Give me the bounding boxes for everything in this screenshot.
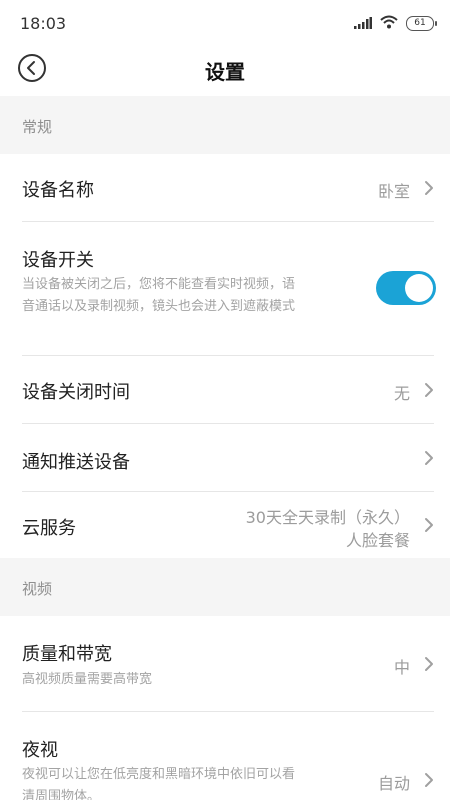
row-sub-device-switch-line2: 音通话以及录制视频，镜头也会进入到遮蔽模式 bbox=[22, 299, 296, 314]
section-header-video: 视频 bbox=[0, 558, 450, 616]
row-title-notify-push: 通知推送设备 bbox=[22, 452, 130, 473]
row-notify-push[interactable]: 通知推送设备 bbox=[0, 424, 450, 492]
row-sub-night-vision-line1: 夜视可以让您在低亮度和黑暗环境中依旧可以看 bbox=[22, 767, 296, 782]
row-sub-device-switch-line1: 当设备被关闭之后，您将不能查看实时视频，语 bbox=[22, 277, 296, 292]
battery-icon: 61 bbox=[406, 16, 437, 31]
chevron-right-icon bbox=[425, 518, 433, 532]
row-title-cloud-service: 云服务 bbox=[22, 518, 76, 539]
status-time: 18:03 bbox=[20, 14, 67, 33]
row-value-shutdown-time: 无 bbox=[393, 384, 410, 403]
signal-icon bbox=[354, 14, 372, 33]
wifi-icon bbox=[380, 14, 398, 33]
chevron-right-icon bbox=[425, 383, 433, 397]
row-shutdown-time[interactable]: 设备关闭时间 无 bbox=[0, 356, 450, 424]
row-title-quality: 质量和带宽 bbox=[22, 644, 112, 665]
row-title-night-vision: 夜视 bbox=[22, 740, 58, 761]
row-sub-night-vision-line2: 清周围物体。 bbox=[22, 789, 101, 800]
toggle-knob bbox=[405, 274, 433, 302]
chevron-right-icon bbox=[425, 451, 433, 465]
row-title-device-name: 设备名称 bbox=[22, 180, 94, 201]
chevron-right-icon bbox=[425, 773, 433, 787]
row-value-cloud-service-line1: 30天全天录制（永久） bbox=[245, 508, 410, 527]
row-title-device-switch: 设备开关 bbox=[22, 250, 94, 271]
chevron-right-icon bbox=[425, 181, 433, 195]
status-icons: 61 bbox=[354, 14, 437, 33]
row-sub-quality: 高视频质量需要高带宽 bbox=[22, 672, 153, 687]
nav-bar: 设置 bbox=[0, 48, 450, 96]
row-quality[interactable]: 质量和带宽 高视频质量需要高带宽 中 bbox=[0, 616, 450, 712]
status-bar: 18:03 61 bbox=[0, 0, 450, 48]
section-header-general: 常规 bbox=[0, 96, 450, 154]
page-title: 设置 bbox=[205, 60, 245, 84]
row-value-device-name: 卧室 bbox=[377, 182, 410, 201]
row-cloud-service[interactable]: 云服务 30天全天录制（永久） 人脸套餐 bbox=[0, 492, 450, 558]
row-title-shutdown-time: 设备关闭时间 bbox=[22, 382, 130, 403]
device-switch-toggle[interactable] bbox=[376, 271, 436, 305]
row-night-vision[interactable]: 夜视 夜视可以让您在低亮度和黑暗环境中依旧可以看 清周围物体。 自动 bbox=[0, 712, 450, 800]
row-value-night-vision: 自动 bbox=[377, 774, 410, 793]
section-title-general: 常规 bbox=[22, 118, 53, 136]
section-title-video: 视频 bbox=[22, 580, 53, 598]
row-value-cloud-service-line2: 人脸套餐 bbox=[345, 531, 410, 550]
row-device-name[interactable]: 设备名称 卧室 bbox=[0, 154, 450, 222]
row-device-switch: 设备开关 当设备被关闭之后，您将不能查看实时视频，语 音通话以及录制视频，镜头也… bbox=[0, 222, 450, 356]
chevron-right-icon bbox=[425, 657, 433, 671]
row-value-quality: 中 bbox=[393, 658, 410, 677]
